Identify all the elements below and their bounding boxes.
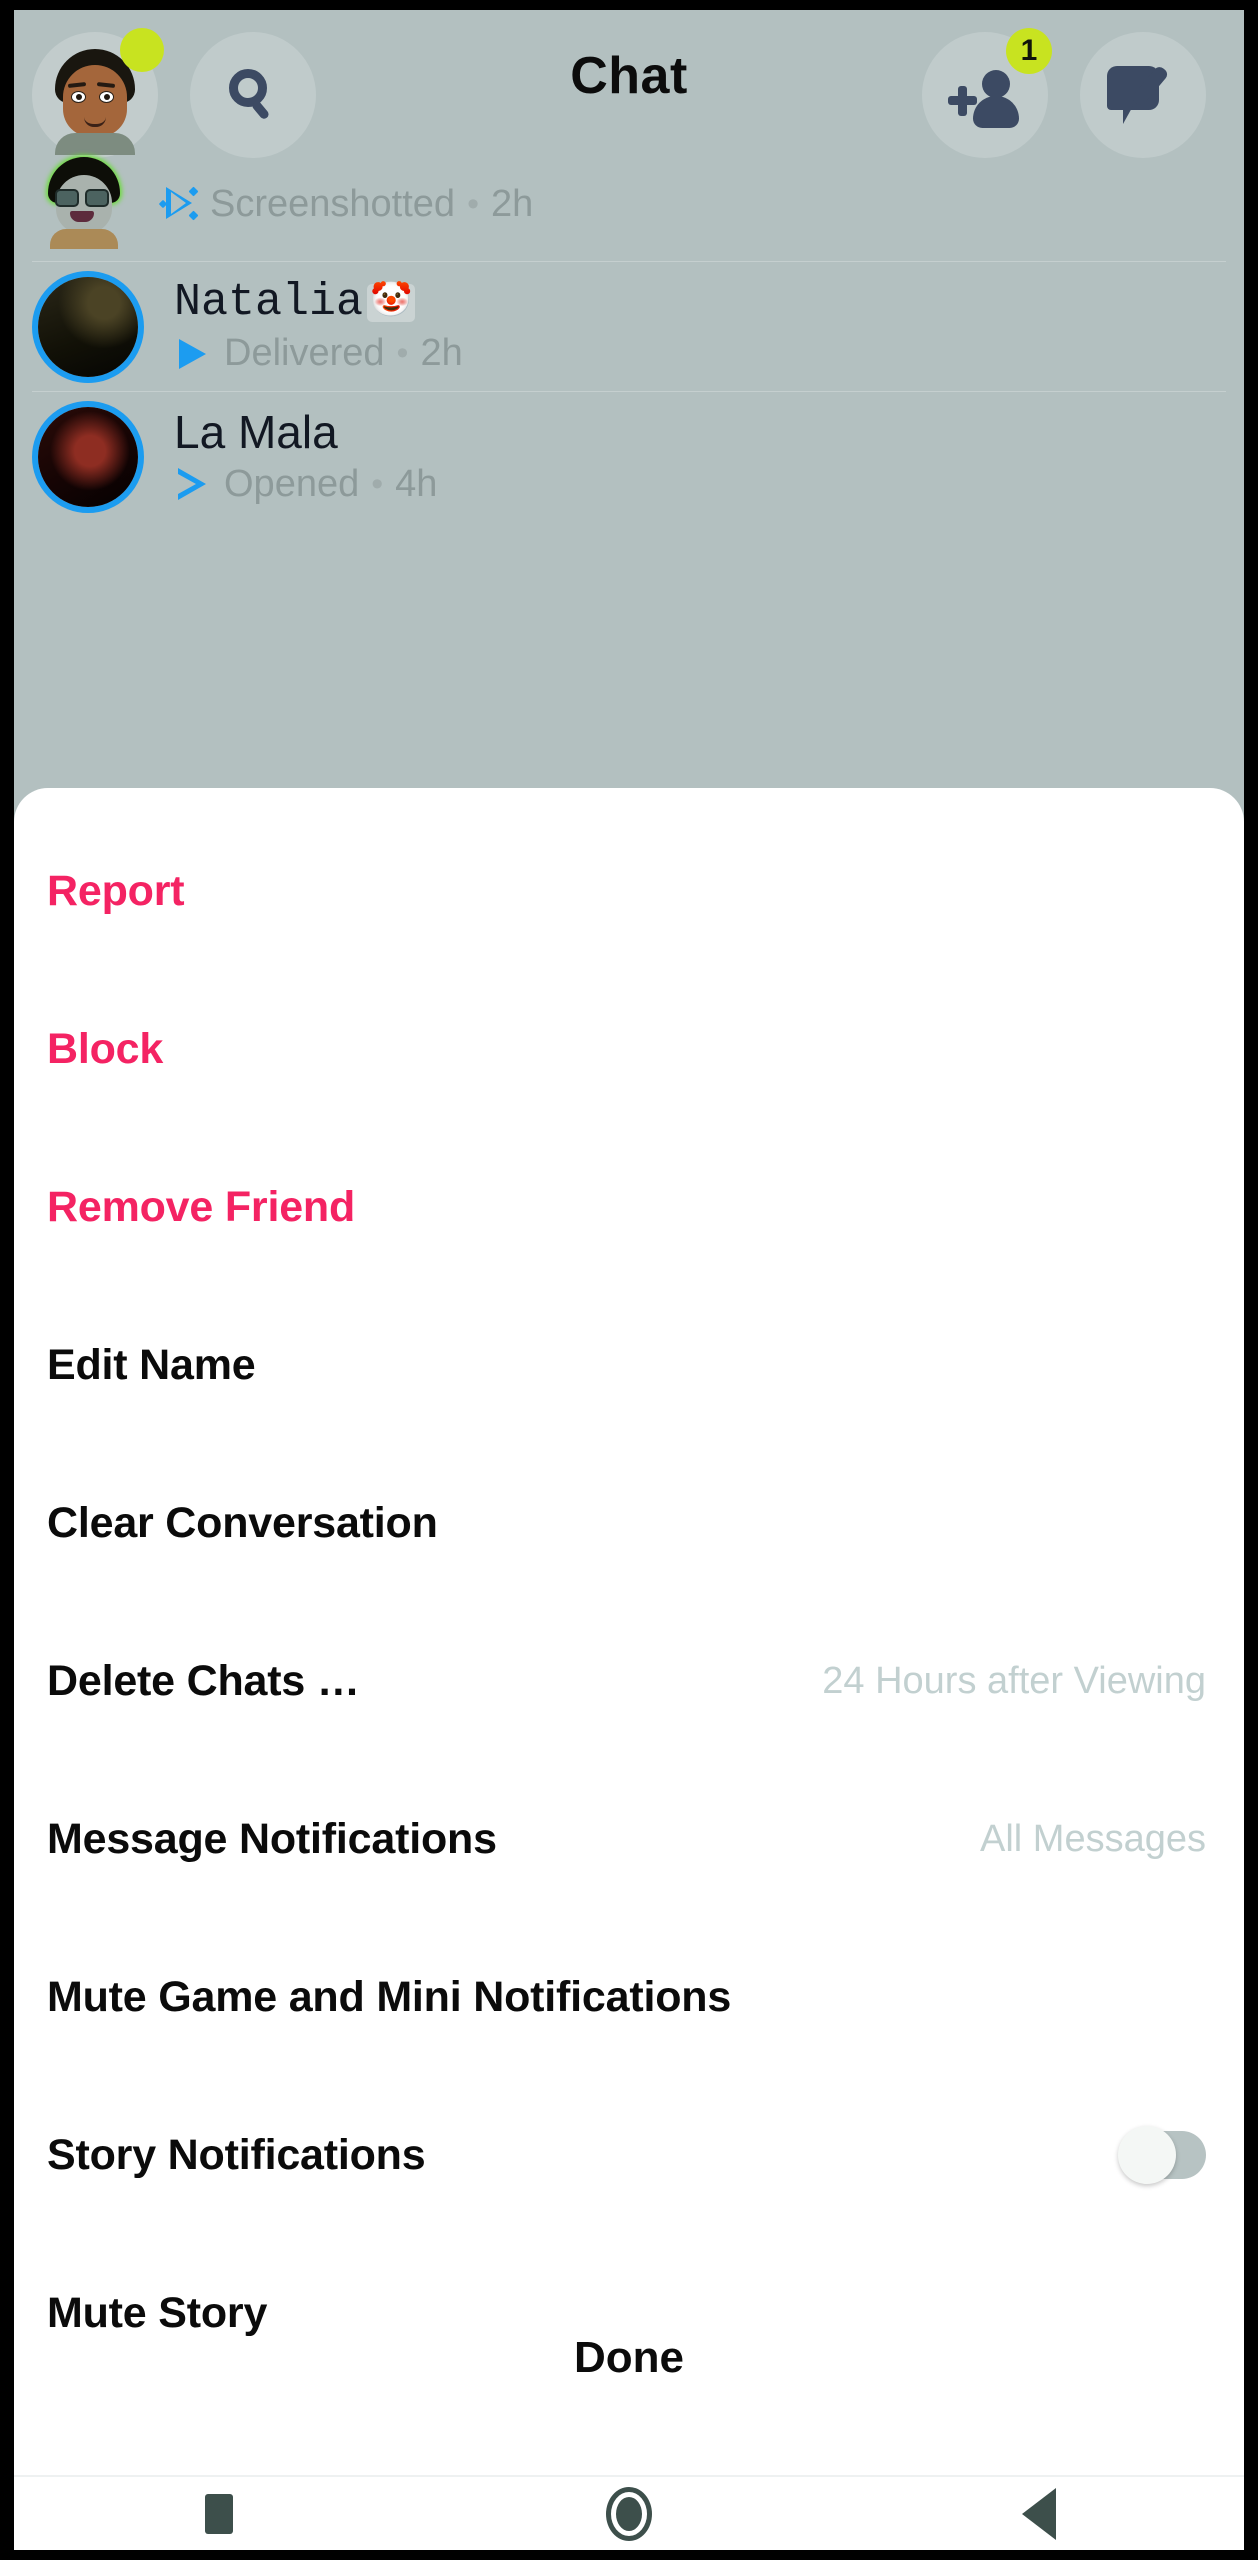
- chat-item-name-row: Natalia 🤡: [174, 279, 463, 326]
- menu-item-label: Clear Conversation: [47, 1498, 438, 1547]
- circle-home-icon: [606, 2486, 652, 2541]
- filled-arrow-icon: [174, 337, 212, 371]
- chat-item-status: Screenshotted: [210, 182, 456, 225]
- menu-item-label: Report: [47, 866, 185, 915]
- home-button[interactable]: [424, 2477, 834, 2550]
- page-title: Chat: [570, 47, 688, 105]
- menu-item-delete-chats[interactable]: Delete Chats … 24 Hours after Viewing: [14, 1636, 1244, 1726]
- chat-item-meta: Natalia 🤡 Delivered • 2h: [174, 279, 463, 375]
- menu-item-clear-conversation[interactable]: Clear Conversation: [14, 1478, 1244, 1568]
- new-chat-icon: [1107, 62, 1179, 128]
- bitmoji-avatar-sunglasses-icon: [38, 155, 130, 249]
- chat-item-status: Delivered: [224, 332, 385, 375]
- recents-button[interactable]: [14, 2477, 424, 2550]
- chat-item-status: Opened: [224, 462, 360, 505]
- menu-item-label: Mute Story: [47, 2288, 268, 2337]
- chat-list-item[interactable]: La Mala Opened • 4h: [14, 392, 1244, 522]
- menu-item-remove-friend[interactable]: Remove Friend: [14, 1162, 1244, 1252]
- chat-item-time: 2h: [420, 332, 463, 375]
- screenshot-arrow-icon: [158, 186, 199, 221]
- menu-item-label: Block: [47, 1024, 164, 1073]
- chat-item-meta: Screenshotted • 2h: [158, 177, 534, 226]
- back-button[interactable]: [834, 2477, 1244, 2550]
- menu-item-value: 24 Hours after Viewing: [822, 1659, 1206, 1702]
- square-recents-icon: [205, 2493, 233, 2534]
- photo-avatar-icon[interactable]: [32, 271, 144, 383]
- done-button[interactable]: Done: [14, 2333, 1244, 2383]
- chat-item-meta: La Mala Opened • 4h: [174, 408, 437, 505]
- chat-item-name: Natalia: [174, 276, 364, 328]
- add-friend-badge: 1: [1006, 28, 1052, 74]
- menu-item-label: Edit Name: [47, 1340, 256, 1389]
- chat-item-status-row: Opened • 4h: [174, 463, 437, 506]
- menu-item-report[interactable]: Report: [14, 846, 1244, 936]
- device-frame: Chat 1 Screenshotted • 2h Natalia 🤡 Deli…: [0, 0, 1258, 2560]
- toggle-knob: [1118, 2126, 1176, 2184]
- chat-item-separator: •: [371, 464, 384, 503]
- chat-item-time: 4h: [395, 462, 438, 505]
- hollow-arrow-icon: [174, 467, 212, 501]
- add-friend-icon: [946, 68, 1024, 128]
- chat-item-name-emoji: 🤡: [367, 283, 416, 322]
- menu-item-label: Story Notifications: [47, 2130, 426, 2179]
- phone-screen: Chat 1 Screenshotted • 2h Natalia 🤡 Deli…: [14, 10, 1244, 2550]
- chat-item-status-row: Delivered • 2h: [174, 332, 463, 375]
- android-navigation-bar: [14, 2477, 1244, 2550]
- story-notifications-toggle[interactable]: [1118, 2126, 1206, 2184]
- menu-item-mute-game-mini-notifications[interactable]: Mute Game and Mini Notifications: [14, 1952, 1244, 2042]
- chat-list-item[interactable]: Screenshotted • 2h: [14, 140, 1244, 262]
- menu-item-label: Remove Friend: [47, 1182, 356, 1231]
- conversation-settings-menu: Report Block Remove Friend Edit Name Cle…: [14, 846, 1244, 2358]
- photo-avatar-icon[interactable]: [32, 401, 144, 513]
- chat-item-separator: •: [396, 334, 409, 373]
- chat-item-time: 2h: [490, 182, 534, 225]
- chat-item-name-row: La Mala: [174, 406, 437, 459]
- menu-item-label: Delete Chats …: [47, 1656, 360, 1705]
- menu-item-value: All Messages: [980, 1817, 1206, 1860]
- menu-item-label: Mute Game and Mini Notifications: [47, 1972, 732, 2021]
- triangle-back-icon: [1022, 2487, 1056, 2540]
- menu-item-block[interactable]: Block: [14, 1004, 1244, 1094]
- conversation-settings-sheet: Report Block Remove Friend Edit Name Cle…: [14, 788, 1244, 2550]
- done-button-label: Done: [574, 2333, 684, 2382]
- menu-item-label: Message Notifications: [47, 1814, 497, 1863]
- chat-item-separator: •: [467, 184, 479, 223]
- menu-item-edit-name[interactable]: Edit Name: [14, 1320, 1244, 1410]
- chat-item-name: La Mala: [174, 406, 338, 459]
- menu-item-message-notifications[interactable]: Message Notifications All Messages: [14, 1794, 1244, 1884]
- chat-list-item[interactable]: Natalia 🤡 Delivered • 2h: [14, 262, 1244, 392]
- menu-item-story-notifications[interactable]: Story Notifications: [14, 2110, 1244, 2200]
- chat-item-status-row: Screenshotted • 2h: [158, 182, 534, 226]
